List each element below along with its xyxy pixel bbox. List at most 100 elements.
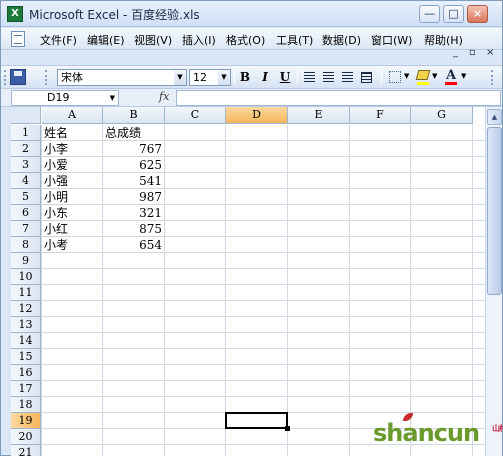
select-all-corner[interactable] [11, 107, 41, 124]
doc-minimize-button[interactable]: _ [453, 47, 458, 58]
watermark-subtext: 山村网 [492, 424, 503, 433]
menu-file[interactable]: 文件(F) [40, 32, 77, 48]
font-size-select[interactable]: 12 ▼ [189, 69, 231, 86]
menu-window[interactable]: 窗口(W) [371, 32, 412, 48]
cell-a5[interactable]: 小明 [44, 189, 101, 205]
row-header-20[interactable]: 20 [11, 429, 41, 445]
fill-color-icon[interactable] [415, 70, 431, 80]
row-header-3[interactable]: 3 [11, 157, 41, 173]
row-header-18[interactable]: 18 [11, 397, 41, 413]
row-header-1[interactable]: 1 [11, 125, 41, 141]
row-header-14[interactable]: 14 [11, 333, 41, 349]
menu-data[interactable]: 数据(D) [322, 32, 361, 48]
column-header-a[interactable]: A [42, 107, 103, 124]
column-header-b[interactable]: B [103, 107, 165, 124]
save-icon[interactable] [10, 69, 26, 85]
font-color-icon[interactable]: A [446, 68, 456, 83]
worksheet-grid[interactable]: A B C D E F G 1 2 3 4 5 6 7 8 9 10 11 12 13 14 15 16 17 18 19 20 21… [11, 107, 485, 456]
formula-input[interactable] [176, 90, 501, 106]
active-cell-outline[interactable] [225, 412, 288, 429]
name-box[interactable]: D19 ▼ [11, 90, 119, 106]
column-header-e[interactable]: E [288, 107, 350, 124]
chevron-down-icon[interactable]: ▼ [404, 72, 409, 80]
doc-restore-button[interactable]: ▫ [469, 47, 476, 58]
cell-b4[interactable]: 541 [105, 173, 162, 189]
align-right-icon[interactable] [342, 72, 353, 83]
watermark-logo: shancun 山村网 [373, 419, 503, 447]
row-header-6[interactable]: 6 [11, 205, 41, 221]
menu-view[interactable]: 视图(V) [134, 32, 172, 48]
menu-tools[interactable]: 工具(T) [276, 32, 313, 48]
italic-button[interactable]: I [257, 69, 273, 86]
font-name-select[interactable]: 宋体 ▼ [57, 69, 187, 86]
cell-b1[interactable]: 总成绩 [105, 125, 162, 141]
maximize-button[interactable]: □ [443, 5, 464, 23]
row-header-21[interactable]: 21 [11, 445, 41, 456]
column-header-d[interactable]: D [226, 107, 288, 124]
menu-insert[interactable]: 插入(I) [182, 32, 216, 48]
align-left-icon[interactable] [304, 72, 315, 83]
align-center-icon[interactable] [323, 72, 334, 83]
close-button[interactable]: × [467, 5, 488, 23]
row-header-11[interactable]: 11 [11, 285, 41, 301]
cell-b5[interactable]: 987 [105, 189, 162, 205]
cell-a1[interactable]: 姓名 [44, 125, 101, 141]
cell-a7[interactable]: 小红 [44, 221, 101, 237]
row-header-12[interactable]: 12 [11, 301, 41, 317]
row-header-16[interactable]: 16 [11, 365, 41, 381]
cell-a8[interactable]: 小考 [44, 237, 101, 253]
toolbar-options-icon[interactable] [491, 70, 494, 85]
column-header-g[interactable]: G [411, 107, 473, 124]
gridline [42, 316, 485, 317]
chevron-down-icon[interactable]: ▼ [218, 70, 230, 85]
cell-b2[interactable]: 767 [105, 141, 162, 157]
cell-a4[interactable]: 小强 [44, 173, 101, 189]
chevron-down-icon[interactable]: ▼ [461, 72, 466, 80]
toolbar-grip[interactable] [4, 70, 7, 85]
row-header-7[interactable]: 7 [11, 221, 41, 237]
row-header-5[interactable]: 5 [11, 189, 41, 205]
row-header-19[interactable]: 19 [11, 413, 41, 429]
toolbar-separator [234, 70, 235, 85]
cell-a2[interactable]: 小李 [44, 141, 101, 157]
cell-a3[interactable]: 小爱 [44, 157, 101, 173]
bold-button[interactable]: B [237, 69, 253, 86]
minimize-button[interactable]: — [419, 5, 440, 23]
insert-function-icon[interactable]: fx [159, 90, 169, 103]
row-header-8[interactable]: 8 [11, 237, 41, 253]
chevron-down-icon[interactable]: ▼ [174, 70, 186, 85]
row-header-10[interactable]: 10 [11, 269, 41, 285]
chevron-down-icon[interactable]: ▼ [110, 91, 115, 105]
menu-format[interactable]: 格式(O) [226, 32, 265, 48]
underline-button[interactable]: U [277, 69, 293, 86]
chevron-down-icon[interactable]: ▼ [432, 72, 437, 80]
row-header-9[interactable]: 9 [11, 253, 41, 269]
column-header-f[interactable]: F [350, 107, 411, 124]
toolbar-grip[interactable] [45, 70, 48, 85]
borders-icon[interactable] [389, 71, 401, 83]
excel-app-icon: X [7, 6, 23, 22]
row-header-15[interactable]: 15 [11, 349, 41, 365]
cell-b3[interactable]: 625 [105, 157, 162, 173]
merge-center-icon[interactable] [361, 72, 372, 83]
row-header-4[interactable]: 4 [11, 173, 41, 189]
gridline [42, 284, 485, 285]
row-header-2[interactable]: 2 [11, 141, 41, 157]
vertical-scrollbar[interactable]: ▲ [485, 107, 502, 456]
doc-close-button[interactable]: × [486, 47, 494, 58]
cell-b8[interactable]: 654 [105, 237, 162, 253]
gridline [472, 125, 473, 456]
menu-edit[interactable]: 编辑(E) [87, 32, 125, 48]
gridline [42, 332, 485, 333]
row-header-17[interactable]: 17 [11, 381, 41, 397]
scroll-up-icon[interactable]: ▲ [487, 109, 502, 125]
cell-b6[interactable]: 321 [105, 205, 162, 221]
menu-help[interactable]: 帮助(H) [424, 32, 463, 48]
column-header-c[interactable]: C [165, 107, 226, 124]
row-header-13[interactable]: 13 [11, 317, 41, 333]
document-icon[interactable] [11, 31, 25, 47]
cell-a6[interactable]: 小东 [44, 205, 101, 221]
scrollbar-thumb[interactable] [487, 127, 502, 295]
cell-b7[interactable]: 875 [105, 221, 162, 237]
fill-handle[interactable] [285, 426, 290, 431]
